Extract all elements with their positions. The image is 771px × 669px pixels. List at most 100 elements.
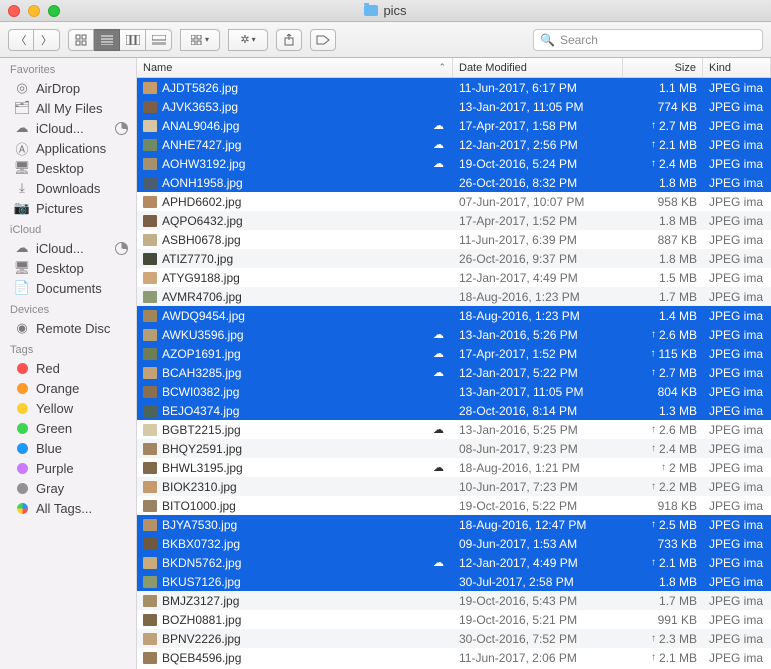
file-kind: JPEG ima: [703, 366, 771, 380]
icon-view-button[interactable]: [68, 29, 94, 51]
sidebar-header: Favorites: [0, 58, 136, 78]
close-window-button[interactable]: [8, 5, 20, 17]
sidebar-item[interactable]: ⒶApplications: [0, 138, 136, 158]
file-date: 12-Jan-2017, 4:49 PM: [453, 556, 623, 570]
sidebar-item[interactable]: 📷 Pictures: [0, 198, 136, 218]
list-view-button[interactable]: [94, 29, 120, 51]
file-row[interactable]: AWKU3596.jpg☁13-Jan-2016, 5:26 PM↑2.6 MB…: [137, 325, 771, 344]
pictures-icon: 📷: [14, 200, 30, 216]
file-row[interactable]: AQPO6432.jpg17-Apr-2017, 1:52 PM1.8 MBJP…: [137, 211, 771, 230]
file-row[interactable]: BPNV2226.jpg30-Oct-2016, 7:52 PM↑2.3 MBJ…: [137, 629, 771, 648]
back-button[interactable]: 〈: [8, 29, 34, 51]
file-row[interactable]: BIOK2310.jpg10-Jun-2017, 7:23 PM↑2.2 MBJ…: [137, 477, 771, 496]
file-row[interactable]: AJVK3653.jpg13-Jan-2017, 11:05 PM774 KBJ…: [137, 97, 771, 116]
file-size: 2.3 MB: [659, 632, 697, 646]
sidebar-item[interactable]: 🗂All My Files: [0, 98, 136, 118]
file-kind: JPEG ima: [703, 252, 771, 266]
file-date: 12-Jan-2017, 5:22 PM: [453, 366, 623, 380]
file-thumbnail-icon: [143, 329, 157, 341]
file-thumbnail-icon: [143, 576, 157, 588]
file-name: BCAH3285.jpg: [162, 366, 241, 380]
sidebar-item[interactable]: Orange: [0, 378, 136, 398]
file-row[interactable]: ANAL9046.jpg☁17-Apr-2017, 1:58 PM↑2.7 MB…: [137, 116, 771, 135]
upload-arrow-icon: ↑: [651, 139, 656, 150]
sidebar-item[interactable]: Purple: [0, 458, 136, 478]
file-name: ANAL9046.jpg: [162, 119, 239, 133]
file-row[interactable]: AONH1958.jpg26-Oct-2016, 8:32 PM1.8 MBJP…: [137, 173, 771, 192]
sidebar-item[interactable]: 🖥Desktop: [0, 258, 136, 278]
search-field[interactable]: 🔍 Search: [533, 29, 763, 51]
file-row[interactable]: BEJO4374.jpg28-Oct-2016, 8:14 PM1.3 MBJP…: [137, 401, 771, 420]
cloud-icon: ☁: [14, 120, 30, 136]
sort-indicator-icon: ⌃: [438, 62, 446, 73]
file-row[interactable]: BCAH3285.jpg☁12-Jan-2017, 5:22 PM↑2.7 MB…: [137, 363, 771, 382]
forward-button[interactable]: 〉: [34, 29, 60, 51]
sidebar-item[interactable]: Green: [0, 418, 136, 438]
file-row[interactable]: BCWI0382.jpg13-Jan-2017, 11:05 PM804 KBJ…: [137, 382, 771, 401]
file-row[interactable]: BQEB4596.jpg11-Jun-2017, 2:06 PM↑2.1 MBJ…: [137, 648, 771, 667]
coverflow-view-button[interactable]: [146, 29, 172, 51]
file-row[interactable]: AZOP1691.jpg☁17-Apr-2017, 1:52 PM↑115 KB…: [137, 344, 771, 363]
file-date: 17-Apr-2017, 1:58 PM: [453, 119, 623, 133]
share-button[interactable]: [276, 29, 302, 51]
column-size[interactable]: Size: [623, 58, 703, 77]
sidebar-item[interactable]: All Tags...: [0, 498, 136, 518]
sidebar-item[interactable]: ☁iCloud...: [0, 118, 136, 138]
column-view-button[interactable]: [120, 29, 146, 51]
file-row[interactable]: ANHE7427.jpg☁12-Jan-2017, 2:56 PM↑2.1 MB…: [137, 135, 771, 154]
file-kind: JPEG ima: [703, 632, 771, 646]
file-row[interactable]: BJYA7530.jpg18-Aug-2016, 12:47 PM↑2.5 MB…: [137, 515, 771, 534]
file-row[interactable]: ATYG9188.jpg12-Jan-2017, 4:49 PM1.5 MBJP…: [137, 268, 771, 287]
file-date: 26-Oct-2016, 9:37 PM: [453, 252, 623, 266]
sidebar-item[interactable]: ◎AirDrop: [0, 78, 136, 98]
sidebar-item[interactable]: Red: [0, 358, 136, 378]
zoom-window-button[interactable]: [48, 5, 60, 17]
file-thumbnail-icon: [143, 424, 157, 436]
cloud-status-icon: ☁: [432, 423, 445, 436]
file-row[interactable]: APHD6602.jpg07-Jun-2017, 10:07 PM958 KBJ…: [137, 192, 771, 211]
upload-arrow-icon: ↑: [651, 652, 656, 663]
column-date[interactable]: Date Modified: [453, 58, 623, 77]
tags-button[interactable]: [310, 29, 336, 51]
file-row[interactable]: ATIZ7770.jpg26-Oct-2016, 9:37 PM1.8 MBJP…: [137, 249, 771, 268]
column-kind[interactable]: Kind: [703, 58, 771, 77]
file-row[interactable]: BHWL3195.jpg☁18-Aug-2016, 1:21 PM↑2 MBJP…: [137, 458, 771, 477]
file-row[interactable]: BMJZ3127.jpg19-Oct-2016, 5:43 PM1.7 MBJP…: [137, 591, 771, 610]
file-row[interactable]: BKUS7126.jpg30-Jul-2017, 2:58 PM1.8 MBJP…: [137, 572, 771, 591]
file-size: 2.7 MB: [659, 366, 697, 380]
sidebar-item[interactable]: 🖥Desktop: [0, 158, 136, 178]
file-row[interactable]: ASBH0678.jpg11-Jun-2017, 6:39 PM887 KBJP…: [137, 230, 771, 249]
column-name[interactable]: Name⌃: [137, 58, 453, 77]
arrange-button[interactable]: ▾: [180, 29, 220, 51]
sidebar-item[interactable]: ☁iCloud...: [0, 238, 136, 258]
file-list[interactable]: AJDT5826.jpg11-Jun-2017, 6:17 PM1.1 MBJP…: [137, 78, 771, 669]
file-row[interactable]: BGBT2215.jpg☁13-Jan-2016, 5:25 PM↑2.6 MB…: [137, 420, 771, 439]
sidebar-item[interactable]: ⤓Downloads: [0, 178, 136, 198]
file-size: 1.8 MB: [659, 252, 697, 266]
sidebar-item[interactable]: Blue: [0, 438, 136, 458]
file-kind: JPEG ima: [703, 518, 771, 532]
file-kind: JPEG ima: [703, 100, 771, 114]
file-row[interactable]: BHQY2591.jpg08-Jun-2017, 9:23 PM↑2.4 MBJ…: [137, 439, 771, 458]
action-button[interactable]: ✲ ▾: [228, 29, 268, 51]
file-row[interactable]: AOHW3192.jpg☁19-Oct-2016, 5:24 PM↑2.4 MB…: [137, 154, 771, 173]
file-row[interactable]: AWDQ9454.jpg18-Aug-2016, 1:23 PM1.4 MBJP…: [137, 306, 771, 325]
file-row[interactable]: BKDN5762.jpg☁12-Jan-2017, 4:49 PM↑2.1 MB…: [137, 553, 771, 572]
file-row[interactable]: BITO1000.jpg19-Oct-2016, 5:22 PM918 KBJP…: [137, 496, 771, 515]
sidebar-item-label: Pictures: [36, 201, 83, 216]
file-kind: JPEG ima: [703, 271, 771, 285]
sidebar-item-label: Desktop: [36, 161, 84, 176]
file-kind: JPEG ima: [703, 613, 771, 627]
sidebar-item[interactable]: ◉Remote Disc: [0, 318, 136, 338]
file-row[interactable]: AJDT5826.jpg11-Jun-2017, 6:17 PM1.1 MBJP…: [137, 78, 771, 97]
apps-icon: Ⓐ: [14, 140, 30, 156]
sidebar-item[interactable]: Gray: [0, 478, 136, 498]
file-kind: JPEG ima: [703, 347, 771, 361]
file-row[interactable]: BOZH0881.jpg19-Oct-2016, 5:21 PM991 KBJP…: [137, 610, 771, 629]
upload-arrow-icon: ↑: [651, 424, 656, 435]
minimize-window-button[interactable]: [28, 5, 40, 17]
sidebar-item[interactable]: 📄Documents: [0, 278, 136, 298]
file-row[interactable]: AVMR4706.jpg18-Aug-2016, 1:23 PM1.7 MBJP…: [137, 287, 771, 306]
sidebar-item[interactable]: Yellow: [0, 398, 136, 418]
file-row[interactable]: BKBX0732.jpg09-Jun-2017, 1:53 AM733 KBJP…: [137, 534, 771, 553]
